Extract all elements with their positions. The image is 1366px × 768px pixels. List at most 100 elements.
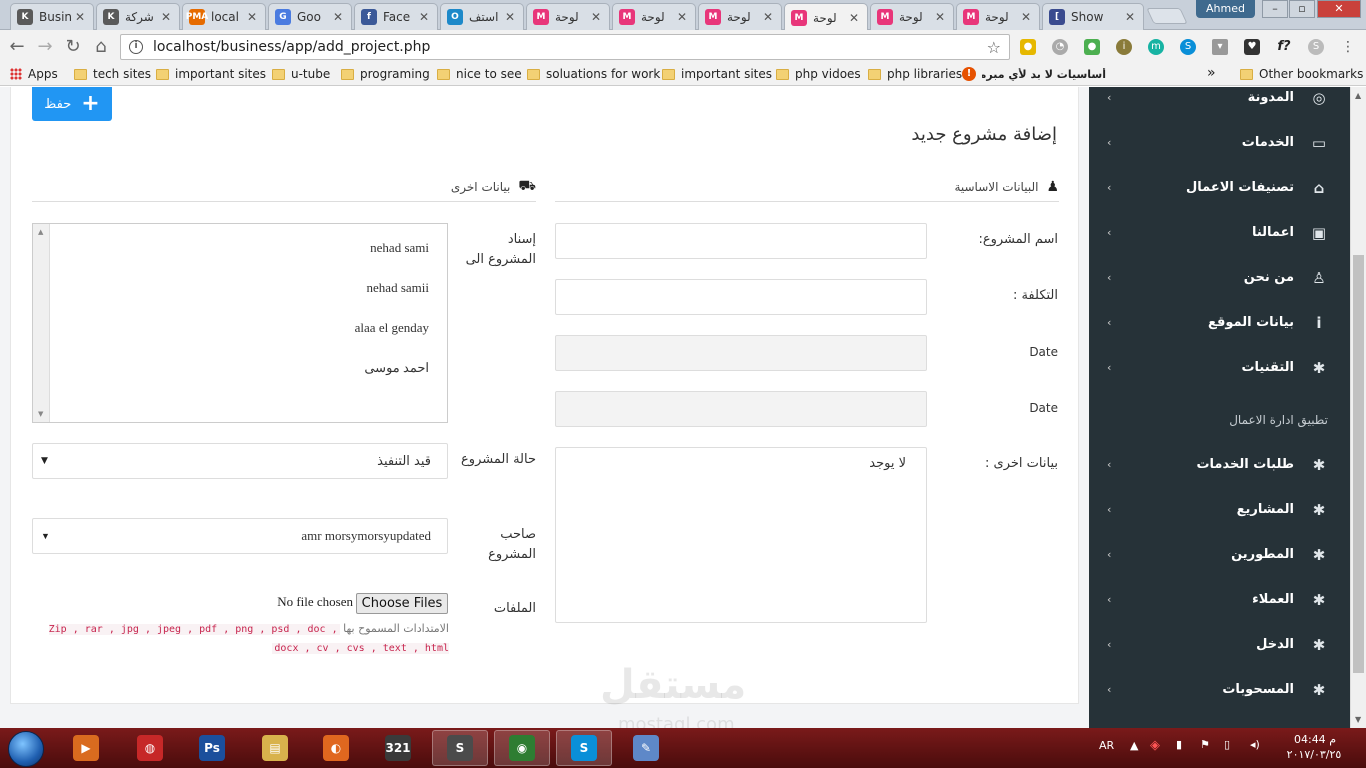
browser-tab[interactable]: K شركة ✕ xyxy=(96,3,180,30)
extension-android-icon[interactable]: ● xyxy=(1084,39,1100,55)
end-date-input[interactable] xyxy=(555,391,927,427)
taskbar-app-button[interactable]: S xyxy=(556,730,612,766)
bookmark-apps[interactable]: Apps xyxy=(10,67,58,81)
extension-m-icon[interactable]: m xyxy=(1148,39,1164,55)
browser-tab[interactable]: O استف ✕ xyxy=(440,3,524,30)
assignee-option[interactable]: nehad samii xyxy=(367,280,429,296)
back-button[interactable]: ← xyxy=(6,36,28,58)
other-data-textarea[interactable]: لا يوجد xyxy=(555,447,927,623)
tab-close-icon[interactable]: ✕ xyxy=(247,10,257,24)
taskbar-app-button[interactable]: ▶ xyxy=(58,730,114,766)
extension-bulb-icon[interactable]: ● xyxy=(1020,39,1036,55)
bookmark-folder[interactable]: tech sites xyxy=(74,67,151,81)
scroll-up-icon[interactable]: ▲ xyxy=(38,228,43,236)
chrome-menu-icon[interactable]: ⋮ xyxy=(1340,39,1356,55)
taskbar-app-button[interactable]: S xyxy=(432,730,488,766)
tab-close-icon[interactable]: ✕ xyxy=(763,10,773,24)
taskbar-app-button[interactable]: Ps xyxy=(184,730,240,766)
home-button[interactable]: ⌂ xyxy=(90,36,112,58)
tab-close-icon[interactable]: ✕ xyxy=(161,10,171,24)
scroll-down-icon[interactable]: ▼ xyxy=(38,410,43,418)
tab-close-icon[interactable]: ✕ xyxy=(1125,10,1135,24)
clock-time[interactable]: 04:44 م xyxy=(1290,733,1340,746)
browser-tab[interactable]: PMA local ✕ xyxy=(182,3,266,30)
tab-close-icon[interactable]: ✕ xyxy=(333,10,343,24)
scroll-down-icon[interactable]: ▼ xyxy=(1355,715,1361,724)
tray-expand-icon[interactable]: ▲ xyxy=(1130,739,1138,752)
assignee-option[interactable]: nehad sami xyxy=(370,240,429,256)
start-button[interactable] xyxy=(8,731,44,767)
bookmark-folder[interactable]: php libraries xyxy=(868,67,962,81)
browser-tab[interactable]: [Show ✕ xyxy=(1042,3,1144,30)
browser-tab[interactable]: M لوحة ✕ xyxy=(956,3,1040,30)
other-bookmarks[interactable]: Other bookmarks xyxy=(1240,67,1363,81)
taskbar-app-button[interactable]: ◐ xyxy=(308,730,364,766)
browser-tab[interactable]: M لوحة ✕ xyxy=(784,3,868,31)
extension-skype-icon[interactable]: S xyxy=(1180,39,1196,55)
flag-icon[interactable]: ⚑ xyxy=(1200,738,1210,751)
browser-tab[interactable]: G Goo ✕ xyxy=(268,3,352,30)
volume-icon[interactable]: ◂) xyxy=(1250,738,1260,751)
extension-skype-gray-icon[interactable]: S xyxy=(1308,39,1324,55)
taskbar-app-button[interactable]: ◍ xyxy=(122,730,178,766)
extension-function-icon[interactable]: f? xyxy=(1276,39,1292,55)
reload-button[interactable]: ↻ xyxy=(62,36,84,58)
taskbar-app-button[interactable]: ◉ xyxy=(494,730,550,766)
restore-button[interactable]: ▫ xyxy=(1289,0,1315,18)
sidebar-item[interactable]: ✱ المطورين › xyxy=(1089,532,1350,577)
bookmark-folder[interactable]: u-tube xyxy=(272,67,330,81)
project-name-input[interactable] xyxy=(555,223,927,259)
extension-info-icon[interactable]: i xyxy=(1116,39,1132,55)
bookmarks-overflow-button[interactable]: » xyxy=(1207,65,1216,81)
scrollbar-thumb[interactable] xyxy=(1353,255,1364,673)
bookmark-folder[interactable]: programing xyxy=(341,67,430,81)
sidebar-item[interactable]: ◎ المدونة › xyxy=(1089,87,1350,120)
browser-tab[interactable]: M لوحة ✕ xyxy=(612,3,696,30)
antivirus-icon[interactable]: ◈ xyxy=(1150,738,1160,753)
forward-button[interactable]: → xyxy=(34,36,56,58)
tab-close-icon[interactable]: ✕ xyxy=(75,10,85,24)
taskbar-app-button[interactable]: 321 xyxy=(370,730,426,766)
sidebar-item[interactable]: ✱ العملاء › xyxy=(1089,577,1350,622)
bookmark-folder[interactable]: important sites xyxy=(156,67,266,81)
tab-close-icon[interactable]: ✕ xyxy=(1021,10,1031,24)
browser-tab[interactable]: M لوحة ✕ xyxy=(870,3,954,30)
assignee-option[interactable]: احمد موسى xyxy=(364,360,429,376)
sidebar-item[interactable]: ✱ المسحوبات › xyxy=(1089,667,1350,712)
bookmark-folder[interactable]: nice to see xyxy=(437,67,522,81)
bookmark-arabic-article[interactable]: ! أساسيات لا بد لأي مبرمج مع xyxy=(962,67,1106,81)
tab-close-icon[interactable]: ✕ xyxy=(849,11,859,25)
tab-close-icon[interactable]: ✕ xyxy=(935,10,945,24)
browser-tab[interactable]: M لوحة ✕ xyxy=(698,3,782,30)
profile-button[interactable]: Ahmed xyxy=(1196,0,1255,18)
battery-icon[interactable]: ▯ xyxy=(1224,738,1230,751)
browser-tab[interactable]: K Busin ✕ xyxy=(10,3,94,30)
browser-tab[interactable]: f Face ✕ xyxy=(354,3,438,30)
start-date-input[interactable] xyxy=(555,335,927,371)
browser-tab[interactable]: M لوحة ✕ xyxy=(526,3,610,30)
bookmark-star-icon[interactable]: ☆ xyxy=(987,38,1001,57)
status-select[interactable]: ▼ قيد التنفيذ xyxy=(32,443,448,479)
page-scrollbar[interactable]: ▲ ▼ xyxy=(1350,87,1366,728)
save-button[interactable]: حفظ + xyxy=(32,87,112,121)
network-icon[interactable]: ▮ xyxy=(1176,738,1182,751)
tab-close-icon[interactable]: ✕ xyxy=(419,10,429,24)
tab-close-icon[interactable]: ✕ xyxy=(591,10,601,24)
scroll-up-icon[interactable]: ▲ xyxy=(1355,91,1361,100)
address-bar[interactable]: i localhost/business/app/add_project.php… xyxy=(120,34,1010,60)
listbox-scrollbar[interactable]: ▲ ▼ xyxy=(33,224,50,422)
sidebar-item[interactable]: ✱ المشاريع › xyxy=(1089,487,1350,532)
sidebar-item[interactable]: ✱ طلبات الخدمات › xyxy=(1089,442,1350,487)
clock-date[interactable]: ٢٠١٧/٠٣/٢٥ xyxy=(1284,748,1344,761)
extension-timer-icon[interactable]: ◔ xyxy=(1052,39,1068,55)
bookmark-folder[interactable]: soluations for work xyxy=(527,67,660,81)
info-icon[interactable]: i xyxy=(129,40,143,54)
sidebar-item[interactable]: ✱ التقنيات › xyxy=(1089,345,1350,390)
sidebar-item[interactable]: ⌂ تصنيفات الاعمال › xyxy=(1089,165,1350,210)
tab-close-icon[interactable]: ✕ xyxy=(505,10,515,24)
bookmark-folder[interactable]: php vidoes xyxy=(776,67,861,81)
extension-pocket-icon[interactable]: ♥ xyxy=(1244,39,1260,55)
assignees-listbox[interactable]: ▲ ▼ nehad sami nehad samii alaa el genday ا… xyxy=(32,223,448,423)
bookmark-folder[interactable]: important sites xyxy=(662,67,772,81)
taskbar-app-button[interactable]: ▤ xyxy=(247,730,303,766)
